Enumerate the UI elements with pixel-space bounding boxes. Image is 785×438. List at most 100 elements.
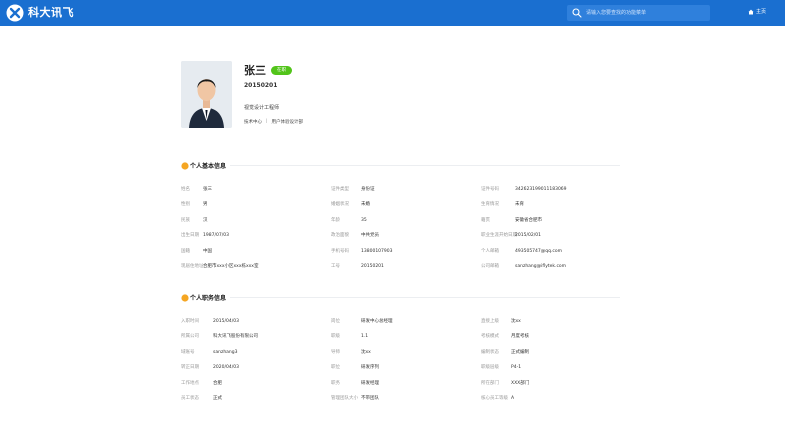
info-field: 域账号 sanzhang3 <box>181 349 238 356</box>
field-value: 342623199011183069 <box>515 187 567 192</box>
info-field: 入职时间 2015/04/03 <box>181 318 239 325</box>
field-label: 国籍 <box>181 248 190 254</box>
field-value: 合肥市xxx小区xxx栋xxx室 <box>203 264 259 269</box>
field-value: 不带团队 <box>361 396 379 401</box>
info-field: 生育情况 未育 <box>481 201 524 208</box>
team-label: 用户体验设计部 <box>271 120 304 125</box>
field-label: 转正日期 <box>181 365 199 371</box>
menu-search-box[interactable] <box>567 5 710 21</box>
field-value: 13800107903 <box>361 248 393 254</box>
field-label: 民族 <box>181 217 190 223</box>
field-value: 未婚 <box>361 202 370 208</box>
status-badge: 在职 <box>271 66 292 75</box>
search-icon[interactable] <box>571 7 583 19</box>
field-value: 合肥 <box>213 380 222 386</box>
home-label: 主页 <box>756 9 767 15</box>
field-label: 管理团队大小 <box>331 396 358 401</box>
info-field: 转正日期 2020/04/03 <box>181 364 239 371</box>
section-bulb-icon <box>181 161 189 170</box>
top-navbar: 科大讯飞 主页 <box>0 0 785 26</box>
info-field: 所在部门 XXX部门 <box>481 380 529 387</box>
section-bulb-icon <box>181 293 189 302</box>
field-label: 手机号码 <box>331 248 349 254</box>
org-separator: | <box>266 119 268 124</box>
field-value: 中共党员 <box>361 233 379 239</box>
field-label: 导师 <box>331 349 340 355</box>
employee-id: 20150201 <box>244 82 278 89</box>
info-field: 公司邮箱 sanzhang@iflytek.com <box>481 263 566 270</box>
info-field: 现居住地址合肥市xxx小区xxx栋xxx室 <box>181 263 258 270</box>
field-value: 2020/04/03 <box>213 365 239 371</box>
info-field: 工号 20150201 <box>331 263 384 270</box>
field-label: 职级层级 <box>481 365 499 371</box>
field-value: 研发中心总经理 <box>361 319 393 324</box>
info-field: 岗位 研发中心总经理 <box>331 318 393 325</box>
department-label: 技术中心 <box>244 120 262 125</box>
field-value: 20150201 <box>361 264 384 269</box>
field-value: 张三 <box>203 187 212 192</box>
field-label: 入职时间 <box>181 319 199 324</box>
info-field: 国籍 中国 <box>181 248 212 255</box>
field-label: 性别 <box>181 202 190 208</box>
field-value: 安徽省合肥市 <box>515 217 542 223</box>
field-label: 婚姻状况 <box>331 202 349 208</box>
info-field: 民族 汉 <box>181 217 208 224</box>
field-value: 月度考核 <box>511 334 529 340</box>
field-label: 证件号码 <box>481 187 499 192</box>
field-value: 研发经理 <box>361 380 379 386</box>
info-field: 性别 男 <box>181 201 208 208</box>
field-label: 所在部门 <box>481 380 499 386</box>
field-value: 1987/07/03 <box>203 233 229 239</box>
field-value: 男 <box>203 202 208 208</box>
field-label: 编制状态 <box>481 349 499 355</box>
info-field: 导师 沈xx <box>331 349 371 356</box>
field-label: 年龄 <box>331 217 340 223</box>
field-label: 工作地点 <box>181 380 199 386</box>
field-label: 公司邮箱 <box>481 264 499 269</box>
job-info-title: 个人职务信息 <box>190 295 227 302</box>
field-label: 个人邮箱 <box>481 248 499 254</box>
info-field: 职务 研发经理 <box>331 380 379 387</box>
info-field: 职业生涯开始日期2015/02/01 <box>481 232 541 239</box>
home-icon <box>748 9 754 14</box>
field-value: 35 <box>361 217 367 223</box>
field-value: 沈xx <box>361 349 371 355</box>
home-link[interactable]: 主页 <box>748 8 766 15</box>
info-field: 员工状态 正式 <box>181 395 222 402</box>
field-value: 1.1 <box>361 334 369 340</box>
info-field: 婚姻状况 未婚 <box>331 201 370 208</box>
field-value: sanzhang3 <box>213 349 238 355</box>
field-value: 493505747@qq.com <box>515 248 563 254</box>
info-field: 证件号码 342623199011183069 <box>481 186 567 193</box>
basic-info-heading: 个人基本信息 <box>181 161 226 170</box>
field-label: 工号 <box>331 264 340 269</box>
info-field: 出生日期 1987/07/03 <box>181 232 229 239</box>
employee-name: 张三 <box>244 64 266 77</box>
field-label: 职业生涯开始日期 <box>481 233 517 239</box>
field-value: 中国 <box>203 248 212 254</box>
field-label: 核心员工等级 <box>481 396 508 401</box>
field-value: A <box>511 396 515 401</box>
info-field: 职级层级 P4-1 <box>481 364 521 371</box>
field-value: 正式编制 <box>511 349 529 355</box>
logo-text: 科大讯飞 <box>28 6 74 19</box>
info-field: 职级 1.1 <box>331 333 368 340</box>
field-value: 汉 <box>203 217 208 223</box>
info-field: 籍贯 安徽省合肥市 <box>481 217 542 224</box>
org-path: 技术中心 | 用户体验设计部 <box>244 119 303 125</box>
search-input[interactable] <box>583 5 710 21</box>
field-value: 正式 <box>213 396 222 401</box>
app-logo[interactable]: 科大讯飞 <box>6 4 74 22</box>
field-value: 沈xx <box>511 319 521 324</box>
field-label: 员工状态 <box>181 396 199 401</box>
info-field: 个人邮箱 493505747@qq.com <box>481 248 562 255</box>
info-field: 姓名 张三 <box>181 186 212 193</box>
info-field: 政治面貌 中共党员 <box>331 232 379 239</box>
employee-photo <box>181 61 232 128</box>
field-label: 现居住地址 <box>181 264 204 269</box>
field-label: 生育情况 <box>481 202 499 208</box>
field-label: 籍贯 <box>481 217 490 223</box>
field-value: 未育 <box>515 202 524 208</box>
field-label: 域账号 <box>181 349 195 355</box>
info-field: 考核模式 月度考核 <box>481 333 529 340</box>
